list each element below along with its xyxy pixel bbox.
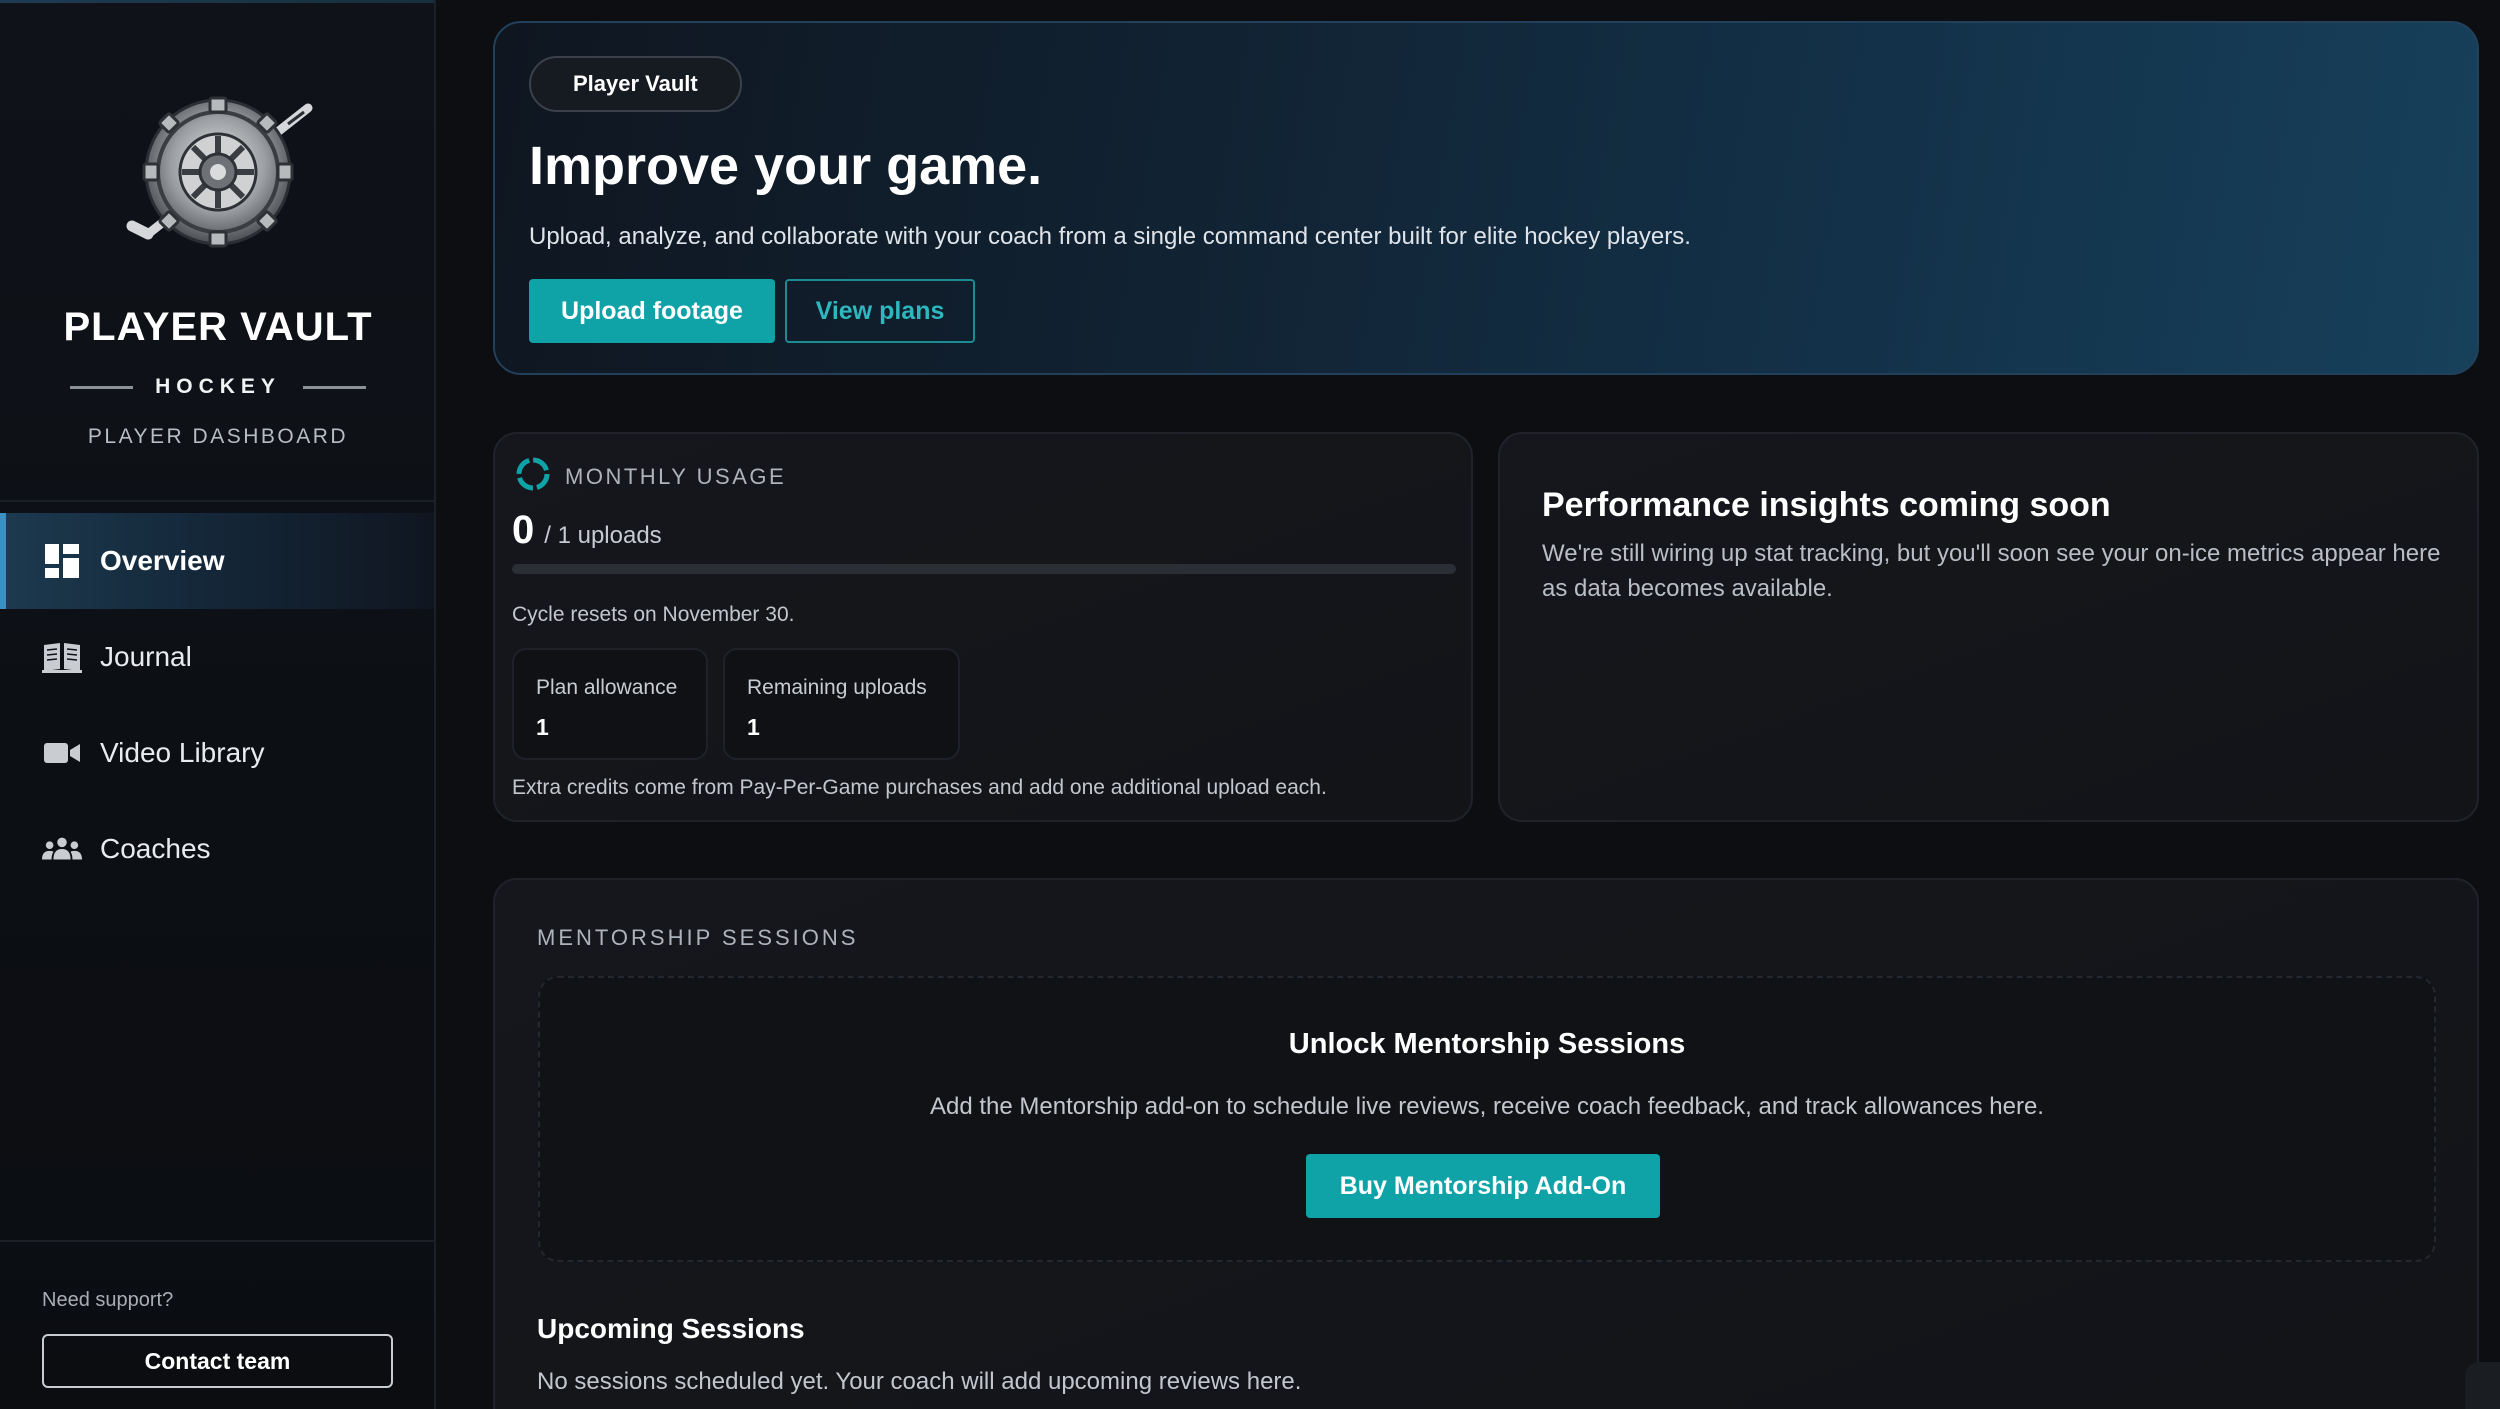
brand-subtitle: HOCKEY	[70, 372, 366, 402]
sidebar-divider	[0, 500, 434, 502]
vault-logo-icon	[118, 86, 318, 256]
usage-count: 0 / 1 uploads	[512, 508, 662, 553]
usage-progress-bar	[512, 564, 1456, 574]
sidebar-item-journal[interactable]: Journal	[0, 609, 434, 705]
sidebar-item-overview[interactable]: Overview	[0, 513, 434, 609]
sidebar-item-video-library[interactable]: Video Library	[0, 705, 434, 801]
usage-label: MONTHLY USAGE	[565, 463, 787, 489]
usage-count-value: 0	[512, 508, 535, 552]
upcoming-sessions-text: No sessions scheduled yet. Your coach wi…	[537, 1368, 1302, 1395]
unlock-text: Add the Mentorship add-on to schedule li…	[930, 1093, 2044, 1120]
hero-title: Improve your game.	[529, 136, 1043, 196]
unlock-title: Unlock Mentorship Sessions	[1288, 1028, 1686, 1060]
buy-mentorship-button[interactable]: Buy Mentorship Add-On	[1306, 1154, 1660, 1218]
upload-footage-button[interactable]: Upload footage	[529, 279, 775, 343]
unlock-mentorship-box: Unlock Mentorship Sessions Add the Mento…	[538, 976, 2436, 1262]
brand-subtitle-text: HOCKEY	[155, 375, 281, 398]
performance-insights-card: Performance insights coming soon We're s…	[1498, 432, 2479, 822]
group-icon	[42, 829, 82, 869]
divider-line	[70, 385, 134, 389]
sidebar-item-label: Video Library	[100, 737, 265, 768]
stat-label: Plan allowance	[536, 676, 678, 699]
sidebar-divider	[0, 1240, 434, 1242]
sidebar-item-label: Overview	[100, 545, 225, 576]
sidebar-item-label: Journal	[100, 641, 192, 672]
stat-value: 1	[747, 714, 760, 740]
hero-banner: Player Vault Improve your game. Upload, …	[493, 21, 2479, 375]
contact-team-button[interactable]: Contact team	[42, 1334, 393, 1388]
insights-title: Performance insights coming soon	[1542, 486, 2111, 524]
cycle-reset-text: Cycle resets on November 30.	[512, 603, 795, 626]
brand-role: PLAYER DASHBOARD	[87, 425, 349, 448]
stat-label: Remaining uploads	[747, 676, 927, 699]
monthly-usage-card: MONTHLY USAGE 0 / 1 uploads Cycle resets…	[493, 432, 1473, 822]
video-camera-icon	[42, 733, 82, 773]
hero-description: Upload, analyze, and collaborate with yo…	[529, 223, 1691, 250]
brand-title: PLAYER VAULT	[63, 305, 373, 349]
loading-ring-icon	[515, 456, 551, 497]
sidebar-item-label: Coaches	[100, 833, 211, 864]
dashboard-icon	[42, 541, 82, 581]
insights-text: We're still wiring up stat tracking, but…	[1542, 540, 2441, 602]
mentorship-card: MENTORSHIP SESSIONS Unlock Mentorship Se…	[493, 878, 2479, 1409]
divider-line	[302, 385, 366, 389]
scroll-handle[interactable]	[2465, 1362, 2500, 1409]
usage-header: MONTHLY USAGE	[515, 456, 786, 497]
remaining-uploads-box: Remaining uploads 1	[723, 648, 960, 760]
view-plans-button[interactable]: View plans	[785, 279, 975, 343]
sidebar: PLAYER VAULT HOCKEY PLAYER DASHBOARD Ove…	[0, 0, 436, 1409]
upcoming-sessions-title: Upcoming Sessions	[537, 1313, 805, 1344]
sidebar-nav: Overview Journal Video Library Coaches	[0, 513, 434, 897]
sidebar-item-coaches[interactable]: Coaches	[0, 801, 434, 897]
extra-credits-text: Extra credits come from Pay-Per-Game pur…	[512, 776, 1327, 799]
stat-value: 1	[536, 714, 549, 740]
player-vault-pill: Player Vault	[529, 56, 742, 112]
mentorship-label: MENTORSHIP SESSIONS	[537, 925, 859, 950]
app-root: PLAYER VAULT HOCKEY PLAYER DASHBOARD Ove…	[0, 0, 2500, 1409]
support-label: Need support?	[42, 1289, 174, 1311]
plan-allowance-box: Plan allowance 1	[512, 648, 708, 760]
book-icon	[42, 637, 82, 677]
usage-count-total: / 1 uploads	[544, 522, 662, 549]
